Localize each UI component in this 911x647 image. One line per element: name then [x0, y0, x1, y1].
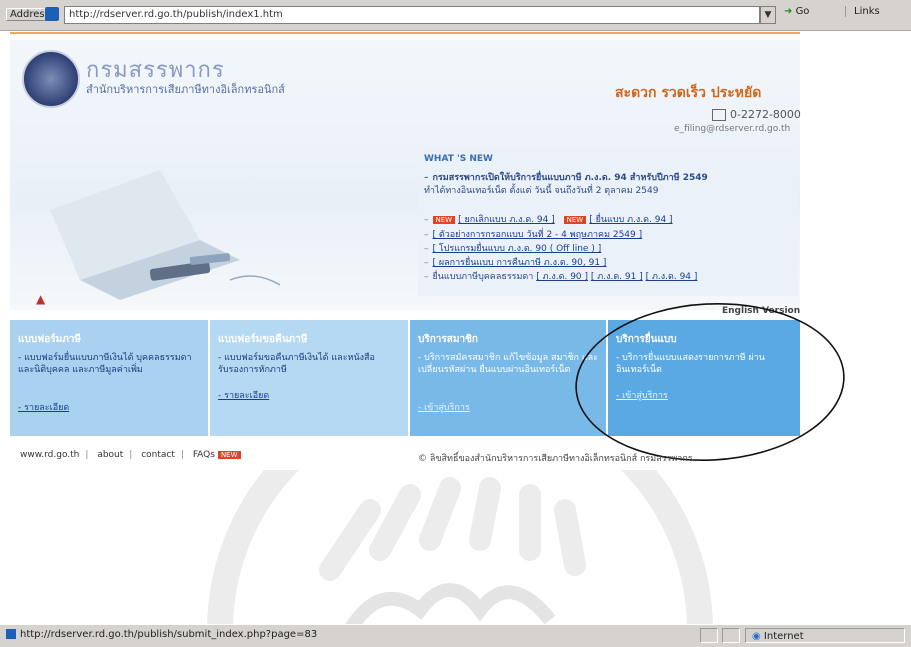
news-row-2: –[ ตัวอย่างการกรอกแบบ วันที่ 2 - 4 พฤษภา… — [424, 230, 643, 240]
pnd91-link[interactable]: [ ภ.ง.ด. 91 ] — [591, 272, 643, 282]
email-address[interactable]: e_filing@rdserver.rd.go.th — [674, 124, 790, 134]
new-badge: NEW — [563, 216, 587, 224]
whats-new-subline: ทำได้ทางอินเทอร์เน็ต ตั้งแต่ วันนี้ จนถึ… — [424, 186, 659, 196]
go-button[interactable]: ➜ Go — [784, 6, 809, 17]
page-icon — [45, 7, 59, 21]
category-more-link[interactable]: - เข้าสู่บริการ — [418, 400, 470, 414]
url-input[interactable]: http://rdserver.rd.go.th/publish/index1.… — [64, 6, 760, 24]
phone-text: 0-2272-8000 — [730, 108, 801, 121]
sample-form-link[interactable]: [ ตัวอย่างการกรอกแบบ วันที่ 2 - 4 พฤษภาค… — [433, 230, 643, 240]
footer-contact-link[interactable]: contact — [141, 450, 175, 460]
status-segment — [722, 628, 740, 643]
category-desc: - แบบฟอร์มขอคืนภาษีเงินได้ และหนังสือรับ… — [218, 353, 375, 375]
category-forms: แบบฟอร์มภาษี - แบบฟอร์มยื่นแบบภาษีเงินได… — [10, 320, 208, 436]
security-zone: ◉ Internet — [745, 628, 905, 643]
globe-icon: ◉ — [752, 631, 764, 642]
footer-faqs-link[interactable]: FAQs — [193, 450, 215, 460]
go-label: Go — [795, 6, 810, 17]
news-row-1: – NEW[ ยกเลิกแบบ ภ.ง.ด. 94 ] NEW[ ยื่นแบบ… — [424, 215, 673, 225]
phone-number: 0-2272-8000 — [712, 108, 801, 121]
pnd94-link[interactable]: [ ภ.ง.ด. 94 ] — [646, 272, 698, 282]
file-form-link[interactable]: [ ยื่นแบบ ภ.ง.ด. 94 ] — [589, 215, 672, 225]
footer-links: www.rd.go.th | about | contact | FAQs NEW — [20, 450, 241, 460]
refund-result-link[interactable]: [ ผลการยื่นแบบ การคืนภาษี ภ.ง.ด. 90, 91 … — [433, 258, 607, 268]
whats-new-panel: WHAT 'S NEW – กรมสรรพากรเปิดให้บริการยื่น… — [418, 148, 798, 296]
new-badge: NEW — [432, 216, 456, 224]
zone-label: Internet — [763, 631, 804, 642]
address-bar: Address http://rdserver.rd.go.th/publish… — [0, 0, 911, 31]
news-row-3: –[ โปรแกรมยื่นแบบ ภ.ง.ด. 90 ( Off line )… — [424, 244, 602, 254]
laptop-illustration — [50, 170, 281, 300]
news-row-5-label: ยื่นแบบภาษีบุคคลธรรมดา — [432, 272, 534, 282]
footer-site-link[interactable]: www.rd.go.th — [20, 450, 79, 460]
go-arrow-icon: ➜ — [784, 6, 796, 17]
highlight-ellipse — [575, 302, 845, 462]
pnd90-link[interactable]: [ ภ.ง.ด. 90 ] — [536, 272, 588, 282]
status-url: http://rdserver.rd.go.th/publish/submit_… — [6, 629, 696, 640]
header-divider — [10, 32, 800, 34]
copyright-text: © ลิขสิทธิ์ของสำนักบริหารการเสียภาษีทางอ… — [418, 454, 693, 464]
category-desc: - แบบฟอร์มยื่นแบบภาษีเงินได้ บุคคลธรรมดา… — [18, 353, 192, 375]
category-title: แบบฟอร์มภาษี — [18, 334, 81, 345]
brand-subtitle: สำนักบริหารการเสียภาษีทางอิเล็กทรอนิกส์ — [86, 83, 285, 96]
cancel-form-link[interactable]: [ ยกเลิกแบบ ภ.ง.ด. 94 ] — [458, 215, 555, 225]
whats-new-headline[interactable]: – กรมสรรพากรเปิดให้บริการยื่นแบบภาษี ภ.ง.… — [424, 170, 708, 184]
banner-corner-mark: ▲ — [36, 292, 46, 306]
whats-new-title: WHAT 'S NEW — [424, 154, 493, 164]
status-url-text: http://rdserver.rd.go.th/publish/submit_… — [20, 629, 318, 640]
links-button[interactable]: Links — [845, 6, 880, 17]
phone-icon — [712, 109, 726, 121]
news-row-4: –[ ผลการยื่นแบบ การคืนภาษี ภ.ง.ด. 90, 91… — [424, 258, 607, 268]
category-title: บริการสมาชิก — [418, 334, 478, 345]
category-more-link[interactable]: - รายละเอียด — [18, 400, 69, 414]
status-bar: http://rdserver.rd.go.th/publish/submit_… — [0, 624, 911, 647]
university-watermark-logo — [207, 470, 713, 630]
category-more-link[interactable]: - รายละเอียด — [218, 388, 269, 402]
slogan: สะดวก รวดเร็ว ประหยัด — [615, 85, 762, 101]
new-badge: NEW — [217, 451, 241, 459]
category-refund-forms: แบบฟอร์มขอคืนภาษี - แบบฟอร์มขอคืนภาษีเงิ… — [210, 320, 408, 436]
news-row-5: – ยื่นแบบภาษีบุคคลธรรมดา [ ภ.ง.ด. 90 ] [ … — [424, 272, 698, 282]
page-status-icon — [6, 629, 16, 639]
status-segment — [700, 628, 718, 643]
revenue-department-seal-icon[interactable] — [22, 50, 80, 108]
footer-about-link[interactable]: about — [97, 450, 123, 460]
url-dropdown-icon[interactable]: ▼ — [760, 6, 776, 24]
category-title: แบบฟอร์มขอคืนภาษี — [218, 334, 308, 345]
offline-program-link[interactable]: [ โปรแกรมยื่นแบบ ภ.ง.ด. 90 ( Off line ) … — [433, 244, 602, 254]
